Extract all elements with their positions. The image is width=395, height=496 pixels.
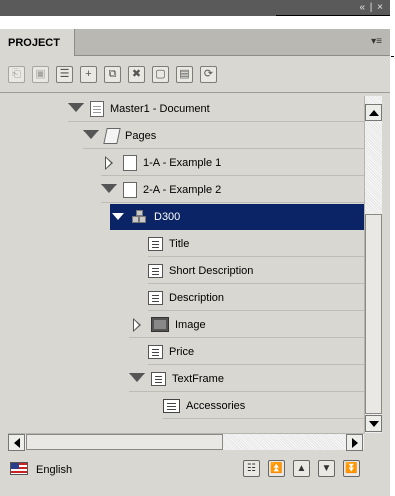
next-button[interactable]: ▼ [318,460,335,477]
save-button[interactable]: ▣ [32,66,49,83]
text-field-icon [148,236,163,251]
edit-list-icon: ☰ [59,68,70,80]
collapse-toggle-icon[interactable] [110,211,126,223]
refresh-icon: ⟳ [203,68,214,80]
tab-project[interactable]: PROJECT [0,29,75,56]
footer-bar: English ☷ ⏫ ▲ ▼ ⏬ [0,454,390,496]
arrow-left-icon [13,437,20,448]
edit-list-button[interactable]: ☰ [56,66,73,83]
delete-button[interactable]: ✖ [128,66,145,83]
project-panel: ⎗ ▣ ☰ + ⧉ ✖ ▢ ▤ ⟳ Master1 - Document Pag… [0,56,390,496]
scroll-down-button[interactable] [365,415,382,432]
image-field-icon [151,317,169,332]
tree-item-page-2[interactable]: 2-A - Example 2 [101,177,364,203]
tree-item-label: Image [175,318,206,331]
scroll-left-button[interactable] [8,434,25,451]
first-button[interactable]: ⏫ [268,460,285,477]
vertical-scroll-thumb[interactable] [365,214,382,414]
collapse-toggle-icon[interactable] [68,103,84,115]
tree-item-label: Accessories [186,399,246,412]
text-field-icon [148,290,163,305]
toolbar: ⎗ ▣ ☰ + ⧉ ✖ ▢ ▤ ⟳ [8,66,217,84]
horizontal-scrollbar[interactable] [8,433,364,451]
page-icon [123,154,137,171]
window-controls[interactable]: « | × [359,2,384,13]
tree-item-textframe[interactable]: TextFrame [129,366,364,392]
hierarchy-icon: ☷ [247,462,256,474]
duplicate-icon: ⧉ [108,68,117,80]
tree-item-d300[interactable]: D300 [110,204,364,230]
expand-toggle-icon[interactable] [101,155,117,170]
panel-title-bar[interactable]: « | × [0,0,390,16]
new-page-button[interactable]: ▢ [152,66,169,83]
last-icon: ⏬ [345,462,358,474]
tree-item-image[interactable]: Image [129,312,364,338]
tab-bar: PROJECT ▾≡ [0,29,390,56]
tree-item-accessories[interactable]: Accessories [163,393,364,419]
duplicate-button[interactable]: ⧉ [104,66,121,83]
divider [391,56,394,57]
save-icon: ▣ [35,68,46,80]
text-field-icon [148,344,163,359]
vertical-scrollbar[interactable] [364,96,382,433]
previous-icon: ▲ [296,462,307,474]
first-icon: ⏫ [270,462,283,474]
tree-item-label: 2-A - Example 2 [143,183,222,196]
tree-item-price[interactable]: Price [148,339,364,365]
tree-item-short-description[interactable]: Short Description [148,258,364,284]
scroll-up-button[interactable] [365,104,382,121]
text-field-icon [151,371,166,386]
collapse-toggle-icon[interactable] [83,130,99,142]
tree-item-label: TextFrame [172,372,224,385]
pages-icon [103,127,121,144]
arrow-right-icon [351,437,358,448]
expand-toggle-icon[interactable] [129,317,145,332]
tree-item-label: Price [169,345,195,358]
arrow-down-icon [368,420,379,427]
layout-icon: ▤ [179,68,190,80]
page-icon [123,181,137,198]
divider [276,15,390,16]
tree-item-label: Description [169,291,225,304]
refresh-button[interactable]: ⟳ [200,66,217,83]
text-field-icon [148,263,163,278]
tree-item-label: Pages [125,129,157,142]
tree-item-label: Title [169,237,190,250]
collapse-toggle-icon[interactable] [129,373,145,385]
add-icon: + [85,68,92,80]
tree-item-label: 1-A - Example 1 [143,156,222,169]
new-page-icon: ▢ [155,68,166,80]
tree-item-description[interactable]: Description [148,285,364,311]
tree-item-page-1[interactable]: 1-A - Example 1 [101,150,364,176]
toolbar-divider [0,92,390,93]
preview-button[interactable]: ⎗ [8,66,25,83]
tree-item-title[interactable]: Title [148,231,364,257]
us-flag-icon [10,462,28,475]
horizontal-scroll-thumb[interactable] [26,434,223,450]
panel-menu-icon[interactable]: ▾≡ [371,36,382,47]
product-icon [132,209,148,224]
add-button[interactable]: + [80,66,97,83]
language-label[interactable]: English [36,464,72,476]
last-button[interactable]: ⏬ [343,460,360,477]
tree-item-label: Short Description [169,264,254,277]
hierarchy-button[interactable]: ☷ [243,460,260,477]
next-icon: ▼ [321,462,332,474]
layout-button[interactable]: ▤ [176,66,193,83]
scroll-right-button[interactable] [346,434,363,451]
project-tree: Master1 - Document Pages 1-A - Example 1… [8,96,364,433]
tree-item-label: Master1 - Document [110,102,210,115]
tree-item-master-document[interactable]: Master1 - Document [68,96,364,122]
tree-item-pages[interactable]: Pages [83,123,364,149]
document-icon [90,100,104,117]
text-frame-icon [163,398,180,413]
tree-item-label: D300 [154,210,181,223]
scroll-corner [364,433,382,450]
arrow-up-icon [368,109,379,116]
delete-icon: ✖ [131,68,142,80]
navigation-buttons: ☷ ⏫ ▲ ▼ ⏬ [243,460,360,477]
previous-button[interactable]: ▲ [293,460,310,477]
collapse-toggle-icon[interactable] [101,184,117,196]
preview-icon: ⎗ [12,68,21,80]
